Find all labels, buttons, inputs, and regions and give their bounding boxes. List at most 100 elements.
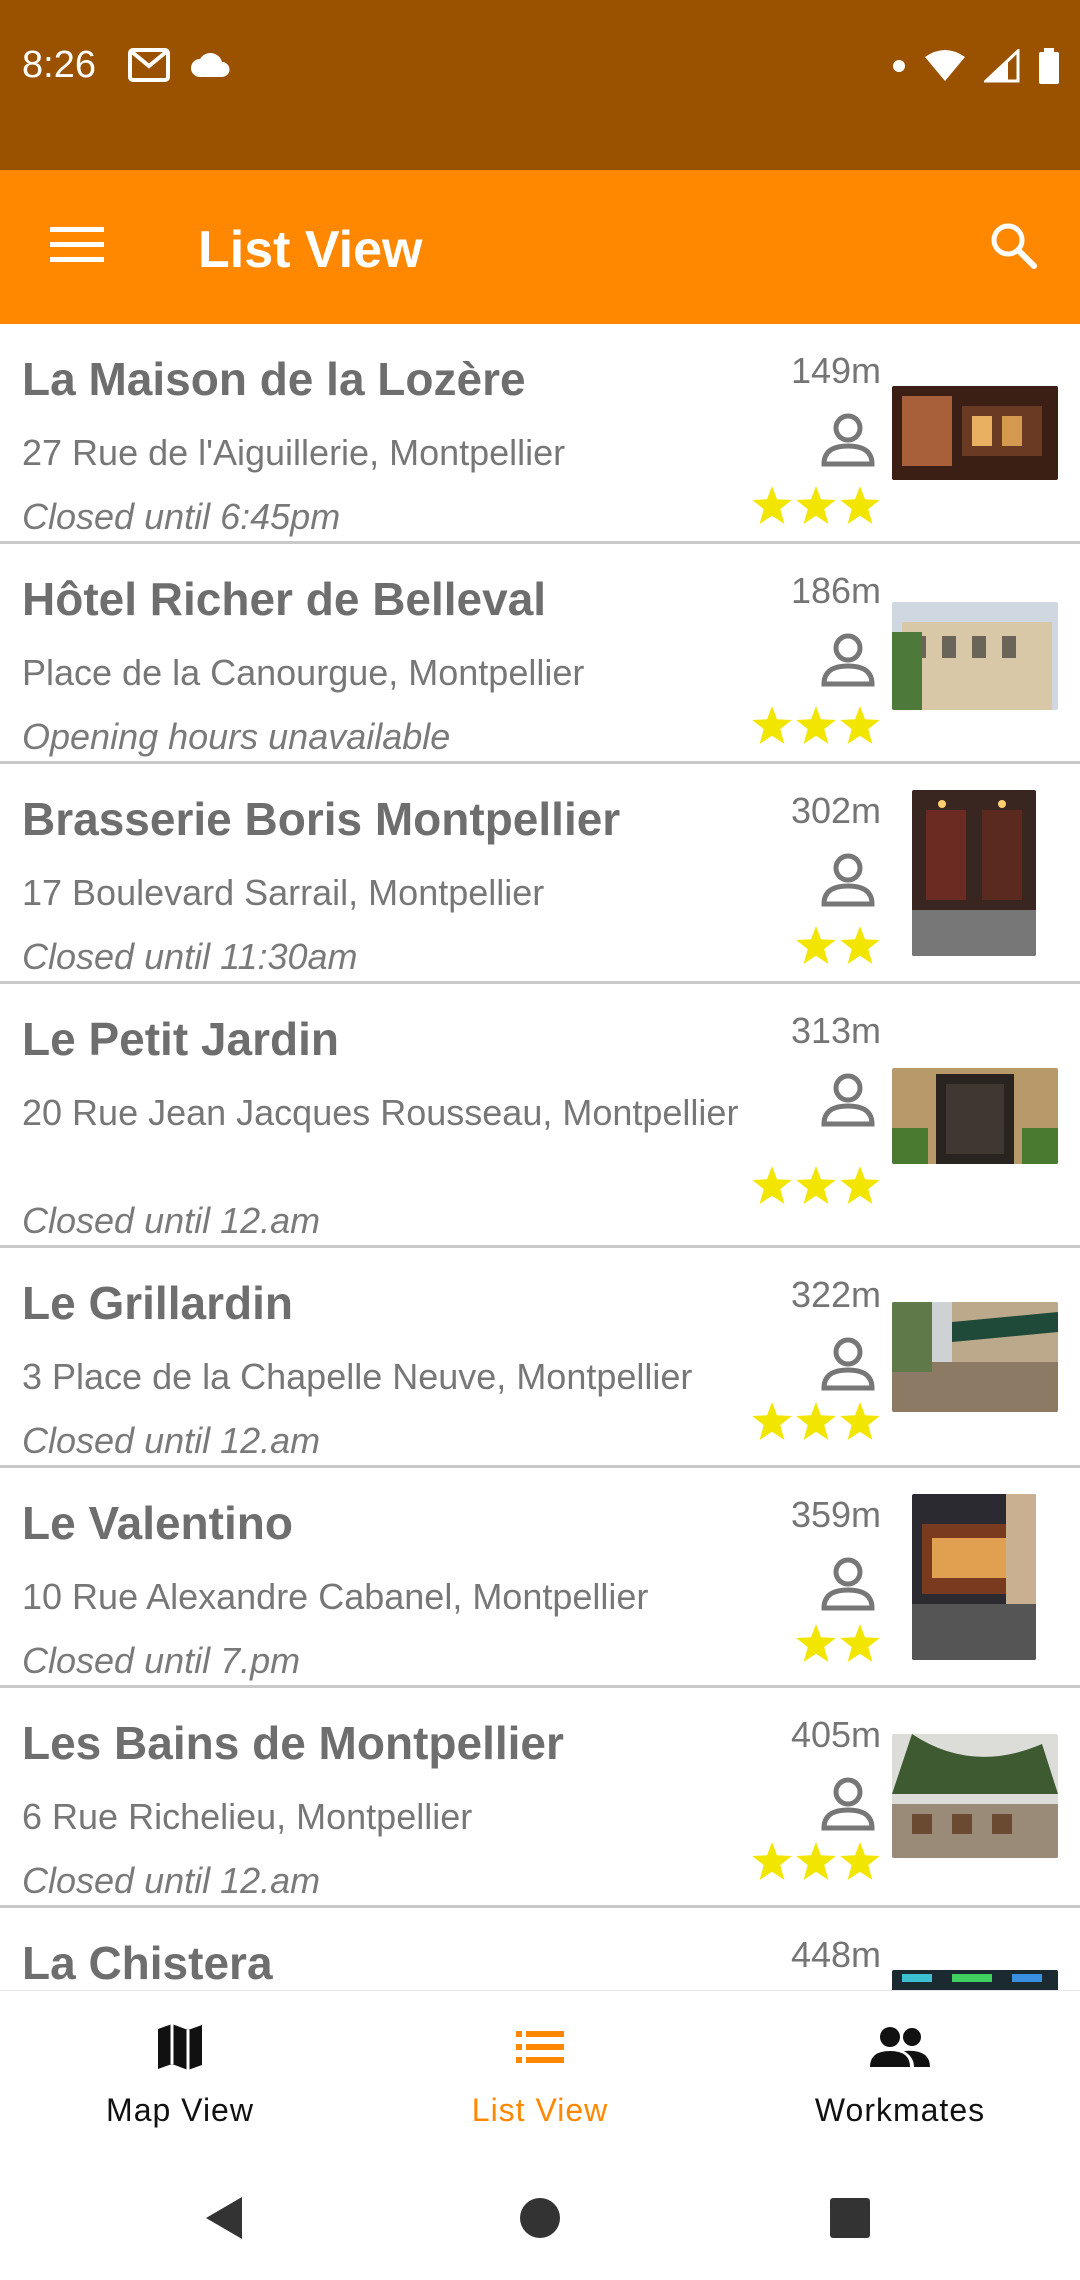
restaurant-distance: 186m [790,570,881,611]
nav-map-label: Map View [106,2092,254,2128]
star-icon [840,926,880,964]
restaurant-hours: Closed until 12.am [22,1420,321,1461]
restaurant-photo [892,602,1058,710]
menu-button[interactable] [40,214,114,280]
nav-list-view[interactable]: List View [360,1991,720,2151]
star-icon [840,1624,880,1662]
map-icon [154,2021,206,2078]
workmate-person-icon [816,848,880,912]
nav-list-label: List View [471,2092,609,2128]
restaurant-distance: 313m [790,1010,881,1051]
cloud-icon [190,51,232,84]
restaurant-hours: Closed until 12.am [22,1200,321,1241]
restaurant-photo [892,1970,1058,1990]
rating-stars [752,706,880,744]
workmate-person-icon [816,1772,880,1836]
restaurant-row[interactable]: La Chistera 448m [0,1908,1080,1990]
recents-button[interactable] [820,2190,880,2250]
workmate-person-icon [816,408,880,472]
restaurant-name: La Maison de la Lozère [22,353,526,405]
restaurant-address: 20 Rue Jean Jacques Rousseau, Montpellie… [22,1092,739,1133]
star-icon [796,1624,836,1662]
star-icon [752,1166,792,1204]
page-title: List View [198,221,423,279]
restaurant-address: 10 Rue Alexandre Cabanel, Montpellier [22,1576,649,1617]
star-icon [840,706,880,744]
dot-icon [892,59,906,78]
list-icon [514,2021,566,2078]
status-bar: 8:26 [0,0,1080,170]
back-button[interactable] [194,2190,254,2250]
restaurant-distance: 405m [790,1714,881,1755]
rating-stars [752,1166,880,1204]
workmate-person-icon [816,1068,880,1132]
star-icon [752,486,792,524]
restaurant-photo [892,386,1058,480]
star-icon [840,486,880,524]
star-icon [840,1842,880,1880]
restaurant-photo [892,1302,1058,1412]
restaurant-photo [912,1494,1036,1660]
people-icon [868,2021,932,2078]
restaurant-row[interactable]: Le Petit Jardin 20 Rue Jean Jacques Rous… [0,984,1080,1248]
star-icon [752,1842,792,1880]
workmate-person-icon [816,1332,880,1396]
rating-stars [796,1624,880,1662]
restaurant-address: 6 Rue Richelieu, Montpellier [22,1796,473,1837]
battery-icon [1038,48,1060,89]
search-button[interactable] [976,210,1050,284]
restaurant-address: 3 Place de la Chapelle Neuve, Montpellie… [22,1356,693,1397]
nav-map-view[interactable]: Map View [0,1991,360,2151]
restaurant-photo [892,1734,1058,1858]
star-icon [796,706,836,744]
restaurant-address: 27 Rue de l'Aiguillerie, Montpellier [22,432,566,473]
star-icon [796,926,836,964]
rating-stars [752,1402,880,1440]
restaurant-row[interactable]: Hôtel Richer de Belleval Place de la Can… [0,544,1080,764]
restaurant-name: Le Petit Jardin [22,1013,339,1065]
signal-icon [982,47,1020,88]
restaurant-row[interactable]: Le Grillardin 3 Place de la Chapelle Neu… [0,1248,1080,1468]
restaurant-distance: 149m [790,350,881,391]
restaurant-row[interactable]: Brasserie Boris Montpellier 17 Boulevard… [0,764,1080,984]
restaurant-distance: 448m [790,1934,881,1975]
restaurant-distance: 322m [790,1274,881,1315]
recents-square-icon [829,2197,871,2244]
back-triangle-icon [202,2195,246,2246]
restaurant-distance: 359m [790,1494,881,1535]
restaurant-row[interactable]: Les Bains de Montpellier 6 Rue Richelieu… [0,1688,1080,1908]
restaurant-hours: Closed until 11:30am [22,936,358,977]
star-icon [840,1166,880,1204]
star-icon [752,706,792,744]
home-circle-icon [518,2196,562,2245]
restaurant-hours: Closed until 12.am [22,1860,321,1901]
rating-stars [796,926,880,964]
workmate-person-icon [816,1552,880,1616]
restaurant-row[interactable]: Le Valentino 10 Rue Alexandre Cabanel, M… [0,1468,1080,1688]
restaurant-name: Hôtel Richer de Belleval [22,573,547,625]
star-icon [752,1402,792,1440]
gmail-icon [128,48,170,87]
home-button[interactable] [510,2190,570,2250]
restaurant-name: Brasserie Boris Montpellier [22,793,621,845]
restaurant-name: Les Bains de Montpellier [22,1717,564,1769]
restaurant-hours: Opening hours unavailable [22,716,451,757]
restaurant-name: Le Grillardin [22,1277,293,1329]
restaurant-row[interactable]: La Maison de la Lozère 27 Rue de l'Aigui… [0,324,1080,544]
rating-stars [752,1842,880,1880]
star-icon [796,486,836,524]
nav-workmates[interactable]: Workmates [720,1991,1080,2151]
status-time: 8:26 [22,44,96,86]
restaurant-name: La Chistera [22,1937,273,1989]
workmate-person-icon [816,628,880,692]
search-icon [988,220,1038,275]
app-toolbar: List View [0,170,1080,324]
restaurant-list: La Maison de la Lozère 27 Rue de l'Aigui… [0,324,1080,1990]
restaurant-hours: Closed until 6:45pm [22,496,341,537]
bottom-navigation: Map View List View Workmates [0,1990,1080,2150]
star-icon [796,1166,836,1204]
restaurant-photo [912,790,1036,956]
wifi-icon [924,49,966,88]
restaurant-name: Le Valentino [22,1497,293,1549]
hamburger-icon [50,225,104,270]
